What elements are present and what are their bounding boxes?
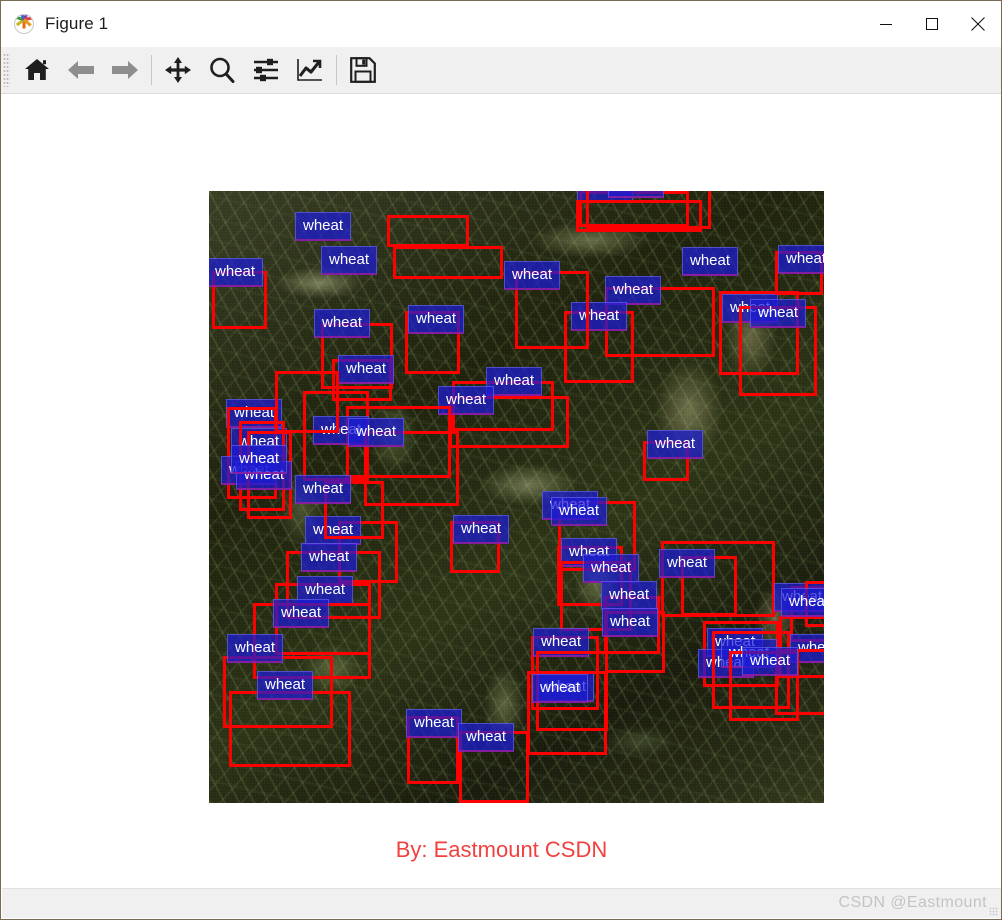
detection-label: wheat [647, 430, 704, 459]
detection-label: wheat [682, 247, 739, 276]
detection-label: wheat [408, 305, 465, 334]
detection-label: wheat [742, 647, 799, 676]
detection-label: wheat [608, 191, 665, 198]
csdn-watermark: CSDN @Eastmount [838, 894, 987, 911]
detection-label: wheat [504, 261, 561, 290]
move-arrows-icon [165, 57, 191, 83]
sliders-icon [253, 58, 279, 82]
arrow-right-icon [111, 59, 139, 81]
detection-label: wheat [778, 245, 824, 274]
detection-box [275, 371, 339, 433]
figure-caption: By: Eastmount CSDN [395, 837, 608, 862]
line-chart-icon [297, 58, 323, 82]
detection-box [229, 691, 351, 767]
matplotlib-icon [14, 14, 34, 34]
detection-label: wheat [659, 549, 716, 578]
detection-label: wheat [273, 599, 330, 628]
detection-label: wheat [781, 588, 824, 617]
detection-label: wheat [227, 634, 284, 663]
floppy-disk-icon [350, 57, 376, 83]
save-button[interactable] [341, 48, 385, 92]
detection-box [393, 246, 503, 279]
pan-button[interactable] [156, 48, 200, 92]
detection-label: wheat [458, 723, 515, 752]
toolbar-separator [336, 55, 337, 85]
toolbar-grip[interactable] [3, 53, 10, 87]
minimize-button[interactable] [863, 1, 909, 47]
maximize-button[interactable] [909, 1, 955, 47]
detection-label: wheat [295, 212, 352, 241]
figure-canvas[interactable]: wheat wheat wheat wheat wheat wheat wheat wheat… [2, 95, 1001, 890]
axis-editor-button[interactable] [288, 48, 332, 92]
home-icon [24, 58, 50, 82]
arrow-left-icon [67, 59, 95, 81]
detection-label: wheat [601, 581, 658, 610]
home-button[interactable] [15, 48, 59, 92]
detection-label: wheat [532, 674, 589, 703]
detection-label: wheat [314, 309, 371, 338]
toolbar-separator [151, 55, 152, 85]
detection-label: wheat [583, 554, 640, 583]
detection-box [576, 200, 702, 232]
detection-label: wheat [348, 418, 405, 447]
resize-grip[interactable] [989, 907, 998, 916]
detection-label: wheat [301, 543, 358, 572]
detection-label: wheat [338, 355, 395, 384]
detection-label: wheat [605, 276, 662, 305]
title-bar-left: Figure 1 [1, 14, 108, 34]
magnifier-icon [209, 57, 235, 83]
status-bar: CSDN @Eastmount [2, 888, 1001, 918]
window-controls [863, 1, 1001, 47]
forward-button[interactable] [103, 48, 147, 92]
zoom-button[interactable] [200, 48, 244, 92]
detection-label: wheat [750, 299, 807, 328]
title-bar: Figure 1 [1, 1, 1001, 47]
detection-label: wheat [295, 475, 352, 504]
detection-label: wheat [551, 497, 608, 526]
navigation-toolbar [1, 47, 1001, 94]
close-button[interactable] [955, 1, 1001, 47]
detection-label: wheat [406, 709, 463, 738]
detection-label: wheat [453, 515, 510, 544]
detection-label: wheat [486, 367, 543, 396]
detection-box [387, 215, 469, 247]
window-title: Figure 1 [45, 14, 109, 33]
detection-label: wheat [321, 246, 378, 275]
detection-label: wheat [209, 258, 264, 287]
figure-window: Figure 1 wheat wheat wheat wheat wheat w… [0, 0, 1002, 920]
detection-label: wheat [231, 445, 288, 474]
detection-label: wheat [602, 608, 659, 637]
detection-overlay: wheat wheat wheat wheat wheat wheat wheat wheat… [209, 191, 824, 803]
back-button[interactable] [59, 48, 103, 92]
detection-image[interactable]: wheat wheat wheat wheat wheat wheat wheat wheat… [209, 191, 824, 803]
detection-label: wheat [257, 671, 314, 700]
subplots-button[interactable] [244, 48, 288, 92]
